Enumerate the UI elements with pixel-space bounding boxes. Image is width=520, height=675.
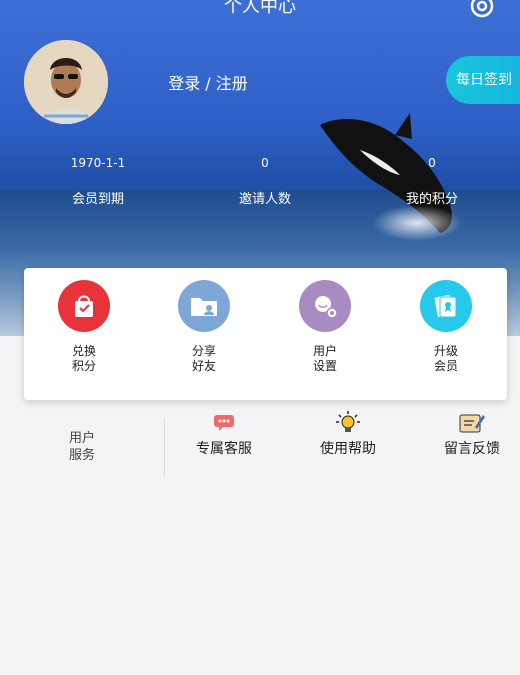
avatar-image — [24, 40, 108, 124]
gear-icon — [470, 0, 494, 18]
action-label: 兑换 积分 — [71, 344, 96, 373]
chat-bubble-icon — [172, 412, 276, 434]
share-folder-icon — [178, 280, 230, 332]
settings-button[interactable] — [466, 0, 498, 22]
user-settings-icon — [299, 280, 351, 332]
action-label: 分享 好友 — [191, 344, 216, 373]
service-feedback[interactable]: 留言反馈 — [420, 412, 520, 458]
stat-label: 会员到期 — [71, 192, 124, 207]
action-redeem-points[interactable]: 兑换 积分 — [34, 280, 134, 374]
action-upgrade-member[interactable]: 升级 会员 — [396, 280, 496, 374]
login-register-link[interactable]: 登录 / 注册 — [150, 70, 266, 94]
shopping-bag-icon — [58, 280, 110, 332]
stat-label: 邀请人数 — [238, 192, 291, 207]
service-label: 使用帮助 — [320, 441, 376, 457]
action-user-settings[interactable]: 用户 设置 — [275, 280, 375, 374]
service-exclusive-support[interactable]: 专属客服 — [172, 412, 276, 458]
action-label: 用户 设置 — [312, 344, 337, 373]
avatar[interactable] — [24, 40, 108, 124]
member-card-icon — [420, 280, 472, 332]
service-usage-help[interactable]: 使用帮助 — [296, 411, 400, 458]
quick-actions-card: 兑换 积分 分享 好友 用户 设置 升级 会员 — [24, 268, 507, 400]
page-title: 个人中心 — [224, 0, 296, 17]
user-service-title: 用户 服务 — [68, 431, 95, 463]
service-label: 专属客服 — [196, 441, 252, 457]
water-splash — [372, 205, 462, 241]
service-label: 留言反馈 — [444, 441, 500, 457]
action-share-friends[interactable]: 分享 好友 — [154, 280, 254, 374]
feedback-edit-icon — [420, 412, 520, 434]
stat-value: 1970-1-1 — [70, 156, 126, 170]
action-label: 升级 会员 — [433, 344, 458, 373]
stat-value: 0 — [261, 156, 269, 170]
lightbulb-icon — [296, 411, 400, 434]
stat-invite-count[interactable]: 0 邀请人数 — [205, 156, 325, 207]
stat-label: 我的积分 — [405, 192, 458, 207]
stat-value: 0 — [428, 156, 436, 170]
daily-signin-button[interactable]: 每日签到 — [446, 56, 520, 104]
stat-my-points[interactable]: 0 我的积分 — [372, 156, 492, 207]
stat-member-expiry: 1970-1-1 会员到期 — [38, 156, 158, 207]
divider — [164, 418, 165, 476]
